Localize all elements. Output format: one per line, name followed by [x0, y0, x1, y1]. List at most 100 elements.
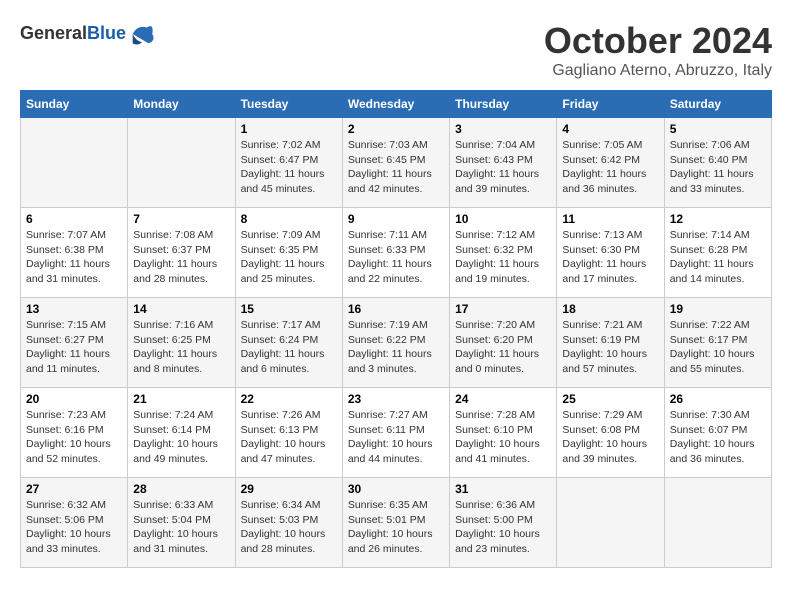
location: Gagliano Aterno, Abruzzo, Italy	[544, 62, 772, 80]
calendar-day: 6 Sunrise: 7:07 AMSunset: 6:38 PMDaylight…	[21, 208, 128, 298]
day-number: 5	[670, 122, 766, 136]
day-number: 9	[348, 212, 444, 226]
calendar-day: 8 Sunrise: 7:09 AMSunset: 6:35 PMDaylight…	[235, 208, 342, 298]
day-info: Sunrise: 6:34 AMSunset: 5:03 PMDaylight:…	[241, 498, 337, 557]
calendar-day: 21 Sunrise: 7:24 AMSunset: 6:14 PMDayligh…	[128, 388, 235, 478]
calendar-day: 15 Sunrise: 7:17 AMSunset: 6:24 PMDayligh…	[235, 298, 342, 388]
header-cell-wednesday: Wednesday	[342, 91, 449, 118]
calendar-day: 19 Sunrise: 7:22 AMSunset: 6:17 PMDayligh…	[664, 298, 771, 388]
calendar-day: 14 Sunrise: 7:16 AMSunset: 6:25 PMDayligh…	[128, 298, 235, 388]
calendar-day	[128, 118, 235, 208]
day-number: 15	[241, 302, 337, 316]
logo-icon	[128, 20, 156, 48]
day-number: 1	[241, 122, 337, 136]
calendar-header: SundayMondayTuesdayWednesdayThursdayFrid…	[21, 91, 772, 118]
day-info: Sunrise: 7:22 AMSunset: 6:17 PMDaylight:…	[670, 318, 766, 377]
day-info: Sunrise: 7:17 AMSunset: 6:24 PMDaylight:…	[241, 318, 337, 377]
calendar-day: 11 Sunrise: 7:13 AMSunset: 6:30 PMDayligh…	[557, 208, 664, 298]
calendar-table: SundayMondayTuesdayWednesdayThursdayFrid…	[20, 90, 772, 568]
day-info: Sunrise: 7:19 AMSunset: 6:22 PMDaylight:…	[348, 318, 444, 377]
day-number: 27	[26, 482, 122, 496]
calendar-day: 22Sunrise: 7:26 AMSunset: 6:13 PMDayligh…	[235, 388, 342, 478]
day-number: 6	[26, 212, 122, 226]
day-number: 26	[670, 392, 766, 406]
day-info: Sunrise: 6:33 AMSunset: 5:04 PMDaylight:…	[133, 498, 229, 557]
day-info: Sunrise: 6:32 AMSunset: 5:06 PMDaylight:…	[26, 498, 122, 557]
calendar-day: 30Sunrise: 6:35 AMSunset: 5:01 PMDayligh…	[342, 478, 449, 568]
logo: GeneralBlue	[20, 20, 156, 48]
page-header: GeneralBlue October 2024 Gagliano Aterno…	[20, 20, 772, 80]
day-info: Sunrise: 7:04 AMSunset: 6:43 PMDaylight:…	[455, 138, 551, 197]
header-row: SundayMondayTuesdayWednesdayThursdayFrid…	[21, 91, 772, 118]
day-number: 31	[455, 482, 551, 496]
day-info: Sunrise: 7:28 AMSunset: 6:10 PMDaylight:…	[455, 408, 551, 467]
day-info: Sunrise: 7:07 AMSunset: 6:38 PMDaylight:…	[26, 228, 122, 287]
day-info: Sunrise: 7:09 AMSunset: 6:35 PMDaylight:…	[241, 228, 337, 287]
day-info: Sunrise: 7:29 AMSunset: 6:08 PMDaylight:…	[562, 408, 658, 467]
calendar-day: 4 Sunrise: 7:05 AMSunset: 6:42 PMDaylight…	[557, 118, 664, 208]
header-cell-sunday: Sunday	[21, 91, 128, 118]
day-info: Sunrise: 7:05 AMSunset: 6:42 PMDaylight:…	[562, 138, 658, 197]
day-number: 17	[455, 302, 551, 316]
logo-blue-text: Blue	[87, 23, 126, 43]
calendar-day	[664, 478, 771, 568]
calendar-week-2: 6 Sunrise: 7:07 AMSunset: 6:38 PMDaylight…	[21, 208, 772, 298]
calendar-day: 1 Sunrise: 7:02 AMSunset: 6:47 PMDaylight…	[235, 118, 342, 208]
header-cell-thursday: Thursday	[450, 91, 557, 118]
day-info: Sunrise: 7:11 AMSunset: 6:33 PMDaylight:…	[348, 228, 444, 287]
calendar-day: 31 Sunrise: 6:36 AMSunset: 5:00 PMDayligh…	[450, 478, 557, 568]
calendar-day: 2 Sunrise: 7:03 AMSunset: 6:45 PMDaylight…	[342, 118, 449, 208]
calendar-day: 13 Sunrise: 7:15 AMSunset: 6:27 PMDayligh…	[21, 298, 128, 388]
calendar-day: 26 Sunrise: 7:30 AMSunset: 6:07 PMDayligh…	[664, 388, 771, 478]
calendar-day: 18Sunrise: 7:21 AMSunset: 6:19 PMDayligh…	[557, 298, 664, 388]
day-number: 29	[241, 482, 337, 496]
calendar-week-1: 1 Sunrise: 7:02 AMSunset: 6:47 PMDaylight…	[21, 118, 772, 208]
calendar-day: 23 Sunrise: 7:27 AMSunset: 6:11 PMDayligh…	[342, 388, 449, 478]
calendar-day: 24 Sunrise: 7:28 AMSunset: 6:10 PMDayligh…	[450, 388, 557, 478]
day-info: Sunrise: 7:16 AMSunset: 6:25 PMDaylight:…	[133, 318, 229, 377]
calendar-day: 20Sunrise: 7:23 AMSunset: 6:16 PMDayligh…	[21, 388, 128, 478]
day-number: 11	[562, 212, 658, 226]
day-info: Sunrise: 6:35 AMSunset: 5:01 PMDaylight:…	[348, 498, 444, 557]
day-info: Sunrise: 7:13 AMSunset: 6:30 PMDaylight:…	[562, 228, 658, 287]
title-block: October 2024 Gagliano Aterno, Abruzzo, I…	[544, 20, 772, 80]
day-number: 22	[241, 392, 337, 406]
calendar-day: 10 Sunrise: 7:12 AMSunset: 6:32 PMDayligh…	[450, 208, 557, 298]
day-info: Sunrise: 7:03 AMSunset: 6:45 PMDaylight:…	[348, 138, 444, 197]
day-info: Sunrise: 6:36 AMSunset: 5:00 PMDaylight:…	[455, 498, 551, 557]
calendar-day: 27 Sunrise: 6:32 AMSunset: 5:06 PMDayligh…	[21, 478, 128, 568]
day-number: 10	[455, 212, 551, 226]
day-info: Sunrise: 7:14 AMSunset: 6:28 PMDaylight:…	[670, 228, 766, 287]
day-number: 18	[562, 302, 658, 316]
calendar-day	[21, 118, 128, 208]
day-number: 14	[133, 302, 229, 316]
calendar-week-3: 13 Sunrise: 7:15 AMSunset: 6:27 PMDayligh…	[21, 298, 772, 388]
day-number: 23	[348, 392, 444, 406]
calendar-day: 5 Sunrise: 7:06 AMSunset: 6:40 PMDaylight…	[664, 118, 771, 208]
day-number: 19	[670, 302, 766, 316]
header-cell-tuesday: Tuesday	[235, 91, 342, 118]
day-number: 13	[26, 302, 122, 316]
day-info: Sunrise: 7:15 AMSunset: 6:27 PMDaylight:…	[26, 318, 122, 377]
day-number: 4	[562, 122, 658, 136]
day-number: 2	[348, 122, 444, 136]
day-number: 28	[133, 482, 229, 496]
day-info: Sunrise: 7:08 AMSunset: 6:37 PMDaylight:…	[133, 228, 229, 287]
day-info: Sunrise: 7:06 AMSunset: 6:40 PMDaylight:…	[670, 138, 766, 197]
calendar-week-4: 20Sunrise: 7:23 AMSunset: 6:16 PMDayligh…	[21, 388, 772, 478]
day-number: 21	[133, 392, 229, 406]
day-number: 3	[455, 122, 551, 136]
day-info: Sunrise: 7:12 AMSunset: 6:32 PMDaylight:…	[455, 228, 551, 287]
calendar-day: 16Sunrise: 7:19 AMSunset: 6:22 PMDayligh…	[342, 298, 449, 388]
calendar-day: 17Sunrise: 7:20 AMSunset: 6:20 PMDayligh…	[450, 298, 557, 388]
calendar-day: 25Sunrise: 7:29 AMSunset: 6:08 PMDayligh…	[557, 388, 664, 478]
day-info: Sunrise: 7:27 AMSunset: 6:11 PMDaylight:…	[348, 408, 444, 467]
day-number: 24	[455, 392, 551, 406]
day-number: 12	[670, 212, 766, 226]
calendar-day: 3 Sunrise: 7:04 AMSunset: 6:43 PMDaylight…	[450, 118, 557, 208]
day-info: Sunrise: 7:30 AMSunset: 6:07 PMDaylight:…	[670, 408, 766, 467]
header-cell-saturday: Saturday	[664, 91, 771, 118]
day-info: Sunrise: 7:02 AMSunset: 6:47 PMDaylight:…	[241, 138, 337, 197]
day-info: Sunrise: 7:24 AMSunset: 6:14 PMDaylight:…	[133, 408, 229, 467]
day-number: 8	[241, 212, 337, 226]
